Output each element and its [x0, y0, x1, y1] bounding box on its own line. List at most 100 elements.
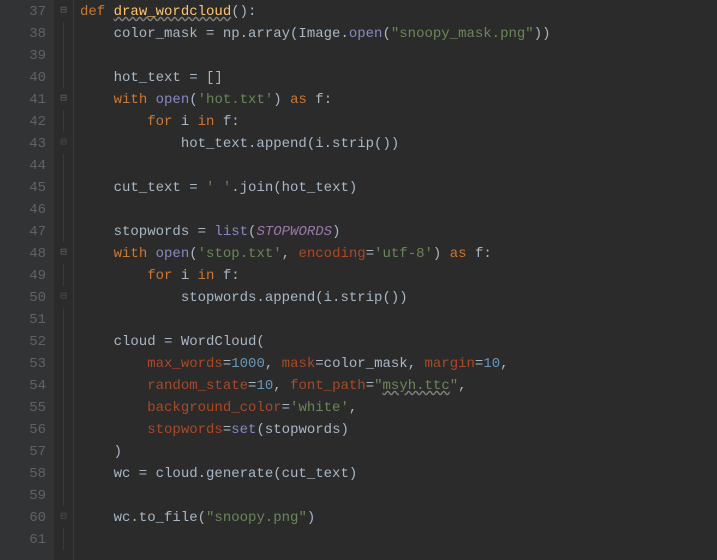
- code-token: ): [307, 510, 315, 526]
- code-editor[interactable]: 3738394041424344454647484950515253545556…: [0, 0, 717, 560]
- fold-marker: [54, 396, 73, 418]
- fold-marker[interactable]: ⊟: [54, 0, 73, 22]
- code-token: open: [156, 92, 190, 108]
- fold-marker: [54, 264, 73, 286]
- line-number: 43: [0, 132, 46, 154]
- fold-marker[interactable]: ⊟: [54, 88, 73, 110]
- code-token: ' ': [206, 180, 231, 196]
- code-token: wc.to_file(: [80, 510, 206, 526]
- code-line[interactable]: cloud = WordCloud(: [80, 330, 551, 352]
- code-line[interactable]: ): [80, 440, 551, 462]
- code-token: hot_text.append(i.strip()): [80, 136, 399, 152]
- code-token: stopwords: [147, 422, 223, 438]
- fold-marker[interactable]: ⊟: [54, 242, 73, 264]
- code-line[interactable]: for i in f:: [80, 264, 551, 286]
- line-number: 40: [0, 66, 46, 88]
- code-token: encoding: [298, 246, 365, 262]
- code-line[interactable]: wc = cloud.generate(cut_text): [80, 462, 551, 484]
- fold-marker: [54, 198, 73, 220]
- code-token: (: [189, 92, 197, 108]
- fold-marker: [54, 154, 73, 176]
- line-number: 56: [0, 418, 46, 440]
- fold-marker: [54, 352, 73, 374]
- code-token: [80, 114, 147, 130]
- code-line[interactable]: with open('stop.txt', encoding='utf-8') …: [80, 242, 551, 264]
- line-number: 41: [0, 88, 46, 110]
- code-line[interactable]: background_color='white',: [80, 396, 551, 418]
- fold-marker: [54, 308, 73, 330]
- code-area[interactable]: def draw_wordcloud(): color_mask = np.ar…: [74, 0, 551, 560]
- fold-marker: [54, 528, 73, 550]
- fold-marker: [54, 176, 73, 198]
- code-token: f:: [315, 92, 332, 108]
- code-line[interactable]: for i in f:: [80, 110, 551, 132]
- code-token: for: [147, 268, 181, 284]
- code-line[interactable]: cut_text = ' '.join(hot_text): [80, 176, 551, 198]
- code-token: ): [80, 444, 122, 460]
- code-token: stopwords =: [80, 224, 214, 240]
- fold-marker[interactable]: ⊟: [54, 132, 73, 154]
- code-token: (: [382, 26, 390, 42]
- fold-marker[interactable]: ⊟: [54, 506, 73, 528]
- code-token: open: [349, 26, 383, 42]
- code-token: set: [231, 422, 256, 438]
- code-line[interactable]: random_state=10, font_path="msyh.ttc",: [80, 374, 551, 396]
- line-number: 42: [0, 110, 46, 132]
- code-token: with: [114, 246, 156, 262]
- code-token: ): [433, 246, 450, 262]
- code-line[interactable]: color_mask = np.array(Image.open("snoopy…: [80, 22, 551, 44]
- code-token: 10: [483, 356, 500, 372]
- fold-column[interactable]: ⊟ ⊟ ⊟ ⊟ ⊟ ⊟: [54, 0, 74, 560]
- line-number: 45: [0, 176, 46, 198]
- line-number: 60: [0, 506, 46, 528]
- code-line[interactable]: [80, 154, 551, 176]
- code-token: [80, 268, 147, 284]
- code-token: 'stop.txt': [198, 246, 282, 262]
- code-token: for: [147, 114, 181, 130]
- code-line[interactable]: stopwords.append(i.strip()): [80, 286, 551, 308]
- code-line[interactable]: max_words=1000, mask=color_mask, margin=…: [80, 352, 551, 374]
- code-token: ,: [500, 356, 508, 372]
- code-token: random_state: [147, 378, 248, 394]
- code-line[interactable]: with open('hot.txt') as f:: [80, 88, 551, 110]
- code-line[interactable]: stopwords=set(stopwords): [80, 418, 551, 440]
- code-token: (: [189, 246, 197, 262]
- fold-marker: [54, 330, 73, 352]
- code-token: with: [114, 92, 156, 108]
- code-token: f:: [223, 268, 240, 284]
- code-token: "snoopy.png": [206, 510, 307, 526]
- code-token: [80, 422, 147, 438]
- fold-marker: [54, 22, 73, 44]
- code-token: =: [223, 422, 231, 438]
- code-line[interactable]: [80, 44, 551, 66]
- code-token: "snoopy_mask.png": [391, 26, 534, 42]
- code-line[interactable]: [80, 198, 551, 220]
- code-line[interactable]: [80, 484, 551, 506]
- code-line[interactable]: wc.to_file("snoopy.png"): [80, 506, 551, 528]
- code-line[interactable]: hot_text.append(i.strip()): [80, 132, 551, 154]
- code-token: ": [374, 378, 382, 394]
- code-line[interactable]: [80, 528, 551, 550]
- code-token: open: [156, 246, 190, 262]
- fold-marker: [54, 462, 73, 484]
- code-token: as: [290, 92, 315, 108]
- fold-marker: [54, 418, 73, 440]
- line-number: 52: [0, 330, 46, 352]
- code-token: 'hot.txt': [198, 92, 274, 108]
- code-token: =: [223, 356, 231, 372]
- code-line[interactable]: [80, 308, 551, 330]
- code-token: cut_text =: [80, 180, 206, 196]
- code-token: ,: [265, 356, 282, 372]
- code-token: hot_text = []: [80, 70, 223, 86]
- code-token: in: [198, 114, 223, 130]
- code-token: ): [332, 224, 340, 240]
- code-line[interactable]: def draw_wordcloud():: [80, 0, 551, 22]
- code-token: [80, 378, 147, 394]
- line-number: 51: [0, 308, 46, 330]
- code-line[interactable]: hot_text = []: [80, 66, 551, 88]
- line-number: 61: [0, 528, 46, 550]
- code-line[interactable]: stopwords = list(STOPWORDS): [80, 220, 551, 242]
- line-number: 54: [0, 374, 46, 396]
- fold-marker[interactable]: ⊟: [54, 286, 73, 308]
- code-token: margin: [425, 356, 475, 372]
